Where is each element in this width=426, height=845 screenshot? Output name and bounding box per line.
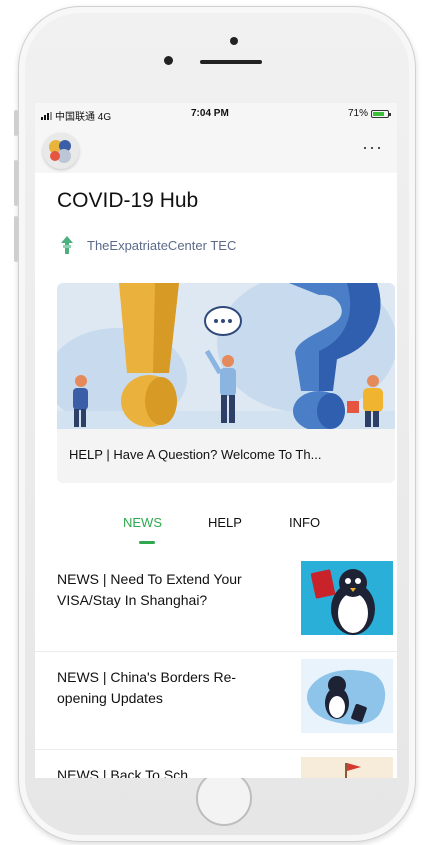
carrier-label: 中国联通 4G (55, 112, 112, 123)
news-thumbnail-school (301, 757, 393, 778)
news-item-title: NEWS | China's Borders Re-opening Update… (57, 669, 237, 706)
clock: 7:04 PM (191, 108, 229, 119)
phone-screen: 中国联通 4G 7:04 PM 71% ··· COVID-19 Hub The… (35, 103, 397, 778)
category-tabs: NEWS HELP INFO (35, 507, 397, 547)
battery-percent: 71% (347, 108, 368, 119)
author-avatar-icon (61, 236, 73, 254)
news-thumbnail-borders (301, 659, 393, 733)
more-options-button[interactable]: ··· (362, 137, 383, 158)
tab-news[interactable]: NEWS (123, 515, 162, 530)
front-camera (230, 37, 238, 45)
volume-up-button (14, 160, 18, 206)
app-logo-button[interactable] (43, 133, 79, 169)
news-item-title: NEWS | Back To Sch... (57, 767, 200, 778)
signal-icon (41, 111, 52, 120)
featured-illustration (57, 283, 395, 431)
news-item-borders[interactable]: NEWS | China's Borders Re-opening Update… (35, 651, 397, 750)
home-button[interactable] (196, 770, 252, 826)
news-thumbnail-visa (301, 561, 393, 635)
featured-caption: HELP | Have A Question? Welcome To Th... (69, 447, 322, 462)
author-name: TheExpatriateCenter TEC (87, 237, 237, 253)
news-item-title: NEWS | Need To Extend Your VISA/Stay In … (57, 571, 242, 608)
tab-info[interactable]: INFO (289, 515, 320, 530)
author-row[interactable]: TheExpatriateCenter TEC (57, 235, 236, 255)
app-header: ··· (35, 125, 397, 173)
battery-info: 71% (347, 108, 391, 119)
tab-help[interactable]: HELP (208, 515, 242, 530)
volume-down-button (14, 216, 18, 262)
mute-switch (14, 110, 18, 136)
carrier-info: 中国联通 4G (41, 108, 111, 123)
battery-icon (371, 109, 391, 118)
proximity-sensor (164, 56, 173, 65)
logo-icon (49, 140, 71, 163)
page-title: COVID-19 Hub (57, 189, 199, 212)
news-item-visa[interactable]: NEWS | Need To Extend Your VISA/Stay In … (35, 553, 397, 652)
featured-card[interactable]: HELP | Have A Question? Welcome To Th... (57, 283, 395, 483)
active-tab-indicator (139, 541, 155, 544)
news-item-school[interactable]: NEWS | Back To Sch... (35, 749, 397, 778)
status-bar: 中国联通 4G 7:04 PM 71% (35, 103, 397, 125)
earpiece-speaker (200, 60, 262, 64)
